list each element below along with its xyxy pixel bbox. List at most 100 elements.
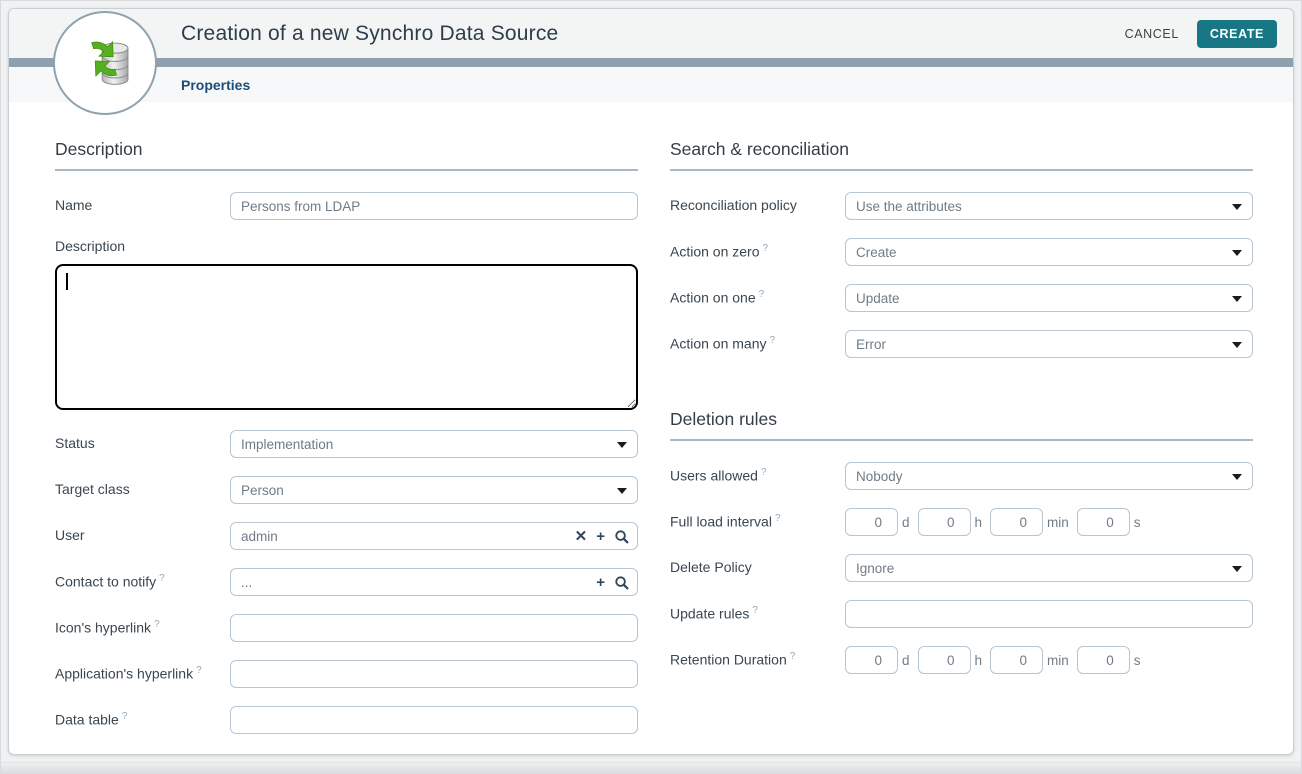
text-caret <box>66 273 68 290</box>
description-label: Description <box>55 238 638 254</box>
accent-bar <box>9 58 1293 67</box>
contact-input[interactable] <box>241 575 596 590</box>
add-icon[interactable]: + <box>596 529 605 544</box>
chevron-down-icon <box>1232 474 1242 480</box>
synchro-database-icon <box>72 28 138 99</box>
field-action-on-many: Action on many? Error <box>670 330 1253 358</box>
icon-hyperlink-input[interactable] <box>230 614 638 642</box>
field-action-on-one: Action on one? Update <box>670 284 1253 312</box>
users-allowed-value: Nobody <box>856 469 903 484</box>
target-class-select[interactable]: Person <box>230 476 638 504</box>
tabs-row: Properties <box>9 67 1293 102</box>
user-input[interactable] <box>241 529 575 544</box>
full-load-days-input[interactable] <box>845 508 898 536</box>
retention-hours-input[interactable] <box>918 646 971 674</box>
help-marker: ? <box>775 513 781 524</box>
column-reconciliation: Search & reconciliation Reconciliation p… <box>670 139 1253 752</box>
section-rule <box>55 169 638 171</box>
action-on-many-label: Action on many? <box>670 330 845 352</box>
full-load-minutes-input[interactable] <box>990 508 1043 536</box>
action-on-many-select[interactable]: Error <box>845 330 1253 358</box>
help-marker: ? <box>763 243 769 254</box>
field-retention-duration: Retention Duration? d h min s <box>670 646 1253 674</box>
retention-duration-inputs: d h min s <box>845 646 1253 674</box>
chevron-down-icon <box>1232 296 1242 302</box>
action-on-one-label: Action on one? <box>670 284 845 306</box>
contact-to-notify-label: Contact to notify? <box>55 568 230 590</box>
delete-policy-select[interactable]: Ignore <box>845 554 1253 582</box>
full-load-interval-label: Full load interval? <box>670 508 845 530</box>
user-combo: ✕ + <box>230 522 638 550</box>
full-load-hours-input[interactable] <box>918 508 971 536</box>
field-icon-hyperlink: Icon's hyperlink? <box>55 614 638 642</box>
update-rules-input[interactable] <box>845 600 1253 628</box>
help-marker: ? <box>159 573 165 584</box>
status-label: Status <box>55 430 230 451</box>
help-marker: ? <box>752 605 758 616</box>
chevron-down-icon <box>1232 250 1242 256</box>
create-button[interactable]: CREATE <box>1197 20 1277 48</box>
unit-days: d <box>902 653 910 668</box>
name-input[interactable] <box>230 192 638 220</box>
clear-icon[interactable]: ✕ <box>575 529 588 544</box>
user-label: User <box>55 522 230 543</box>
unit-seconds: s <box>1134 515 1141 530</box>
reconciliation-policy-label: Reconciliation policy <box>670 192 845 213</box>
section-title-deletion-rules: Deletion rules <box>670 409 1253 430</box>
application-hyperlink-label: Application's hyperlink? <box>55 660 230 682</box>
retention-minutes-input[interactable] <box>990 646 1043 674</box>
users-allowed-label: Users allowed? <box>670 462 845 484</box>
help-marker: ? <box>196 665 202 676</box>
retention-days-input[interactable] <box>845 646 898 674</box>
field-update-rules: Update rules? <box>670 600 1253 628</box>
users-allowed-select[interactable]: Nobody <box>845 462 1253 490</box>
window-bottom-edge <box>0 762 1302 774</box>
unit-minutes: min <box>1047 653 1069 668</box>
cancel-button[interactable]: CANCEL <box>1125 27 1179 41</box>
application-hyperlink-input[interactable] <box>230 660 638 688</box>
help-marker: ? <box>770 335 776 346</box>
unit-hours: h <box>975 653 983 668</box>
add-icon[interactable]: + <box>596 575 605 590</box>
contact-combo-icons: + <box>596 575 629 590</box>
field-delete-policy: Delete Policy Ignore <box>670 554 1253 582</box>
reconciliation-policy-select[interactable]: Use the attributes <box>845 192 1253 220</box>
chevron-down-icon <box>1232 204 1242 210</box>
action-on-many-value: Error <box>856 337 886 352</box>
action-on-zero-value: Create <box>856 245 897 260</box>
full-load-seconds-input[interactable] <box>1077 508 1130 536</box>
unit-days: d <box>902 515 910 530</box>
icon-hyperlink-label: Icon's hyperlink? <box>55 614 230 636</box>
tab-properties[interactable]: Properties <box>181 77 250 93</box>
description-textarea[interactable] <box>55 264 638 410</box>
data-table-input[interactable] <box>230 706 638 734</box>
search-icon[interactable] <box>614 575 629 590</box>
titlebar-actions: CANCEL CREATE <box>1125 20 1277 48</box>
target-class-select-value: Person <box>241 483 284 498</box>
section-rule <box>670 169 1253 171</box>
field-users-allowed: Users allowed? Nobody <box>670 462 1253 490</box>
retention-seconds-input[interactable] <box>1077 646 1130 674</box>
chevron-down-icon <box>617 442 627 448</box>
chevron-down-icon <box>617 488 627 494</box>
action-on-zero-select[interactable]: Create <box>845 238 1253 266</box>
target-class-label: Target class <box>55 476 230 497</box>
field-application-hyperlink: Application's hyperlink? <box>55 660 638 688</box>
delete-policy-value: Ignore <box>856 561 894 576</box>
status-select[interactable]: Implementation <box>230 430 638 458</box>
search-icon[interactable] <box>614 529 629 544</box>
user-combo-icons: ✕ + <box>575 529 629 544</box>
status-select-value: Implementation <box>241 437 333 452</box>
action-on-one-select[interactable]: Update <box>845 284 1253 312</box>
field-full-load-interval: Full load interval? d h min s <box>670 508 1253 536</box>
retention-duration-label: Retention Duration? <box>670 646 845 668</box>
field-data-table: Data table? <box>55 706 638 734</box>
action-on-zero-label: Action on zero? <box>670 238 845 260</box>
unit-hours: h <box>975 515 983 530</box>
form-content: Description Name Description Status Impl… <box>9 102 1293 752</box>
help-marker: ? <box>761 467 767 478</box>
name-label: Name <box>55 192 230 213</box>
field-reconciliation-policy: Reconciliation policy Use the attributes <box>670 192 1253 220</box>
titlebar: Creation of a new Synchro Data Source CA… <box>9 9 1293 58</box>
section-title-description: Description <box>55 139 638 160</box>
